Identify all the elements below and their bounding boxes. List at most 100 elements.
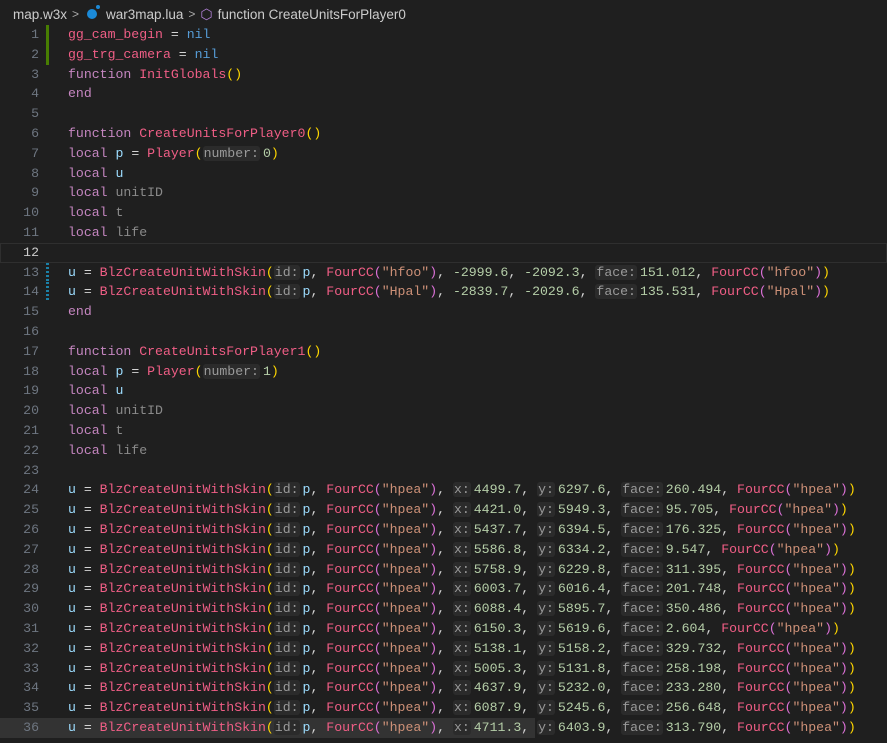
code-token: ( <box>373 680 382 696</box>
code-line[interactable]: 35 u = BlzCreateUnitWithSkin(id: p, FourCC… <box>0 698 887 718</box>
code-token: () <box>305 125 322 141</box>
inlay-hint: x: <box>452 601 471 617</box>
code-token: ) <box>429 521 438 537</box>
code-token: "hpea" <box>381 502 430 518</box>
code-line[interactable]: 30 u = BlzCreateUnitWithSkin(id: p, FourCC… <box>0 599 887 619</box>
code-token: , <box>721 581 738 597</box>
code-token: 0 <box>262 145 271 161</box>
code-line[interactable]: 7 local p = Player(number: 0) <box>0 144 887 164</box>
code-token: "hpea" <box>776 541 825 557</box>
code-token: ) <box>839 581 848 597</box>
code-token: ) <box>270 145 279 161</box>
code-token: "hfoo" <box>766 264 815 280</box>
code-line[interactable]: 12 <box>0 242 887 263</box>
code-token: , <box>721 521 738 537</box>
line-number: 17 <box>23 343 39 359</box>
code-line[interactable]: 19 local u <box>0 381 887 401</box>
line-number: 31 <box>23 620 39 636</box>
inlay-hint: id: <box>273 640 300 656</box>
line-number: 16 <box>23 323 39 339</box>
git-change-marker[interactable] <box>46 25 49 45</box>
code-token: u <box>68 601 76 617</box>
inlay-hint: face: <box>621 581 663 597</box>
code-token: , <box>437 700 453 716</box>
code-token: ( <box>373 640 382 656</box>
code-token: 313.790 <box>665 719 722 735</box>
inlay-hint: x: <box>452 581 471 597</box>
code-line[interactable]: 34 u = BlzCreateUnitWithSkin(id: p, FourCC… <box>0 678 887 698</box>
code-line[interactable]: 14 u = BlzCreateUnitWithSkin(id: p, FourCC… <box>0 282 887 303</box>
code-token: ( <box>265 680 274 696</box>
code-line[interactable]: 8 local u <box>0 164 887 184</box>
code-token: 329.732 <box>665 640 722 656</box>
code-editor[interactable]: 1 gg_cam_begin = nil 2 gg_trg_camera = nil 3… <box>0 25 887 743</box>
code-token: 6088.4 <box>473 601 522 617</box>
breadcrumb-folder[interactable]: map.w3x <box>13 7 67 22</box>
code-token: Player <box>147 145 195 161</box>
code-line[interactable]: 31 u = BlzCreateUnitWithSkin(id: p, FourCC… <box>0 619 887 639</box>
code-token: BlzCreateUnitWithSkin <box>99 264 266 280</box>
code-line[interactable]: 28 u = BlzCreateUnitWithSkin(id: p, FourCC… <box>0 560 887 580</box>
code-line[interactable]: 1 gg_cam_begin = nil <box>0 25 887 45</box>
git-change-marker[interactable] <box>46 282 49 303</box>
code-token: , <box>521 680 538 696</box>
code-token: , <box>437 581 453 597</box>
code-token: 6150.3 <box>473 620 522 636</box>
code-text: u = BlzCreateUnitWithSkin(id: p, FourCC("… <box>68 560 856 580</box>
code-token: FourCC <box>326 719 374 735</box>
code-line[interactable]: 15 end <box>0 302 887 322</box>
code-token: ( <box>265 601 274 617</box>
code-line[interactable]: 10 local t <box>0 203 887 223</box>
git-change-marker[interactable] <box>46 44 49 65</box>
code-token: FourCC <box>326 284 374 300</box>
git-change-marker[interactable] <box>46 262 49 283</box>
code-token: FourCC <box>326 640 374 656</box>
code-token: "hpea" <box>381 640 430 656</box>
code-token: , <box>521 561 538 577</box>
code-token: 151.012 <box>639 264 696 280</box>
code-token: 1 <box>262 363 271 379</box>
code-token: 5895.7 <box>557 601 606 617</box>
code-line[interactable]: 25 u = BlzCreateUnitWithSkin(id: p, FourCC… <box>0 500 887 520</box>
code-line[interactable]: 27 u = BlzCreateUnitWithSkin(id: p, FourCC… <box>0 540 887 560</box>
breadcrumb-file[interactable]: war3map.lua <box>106 7 183 22</box>
code-line[interactable]: 20 local unitID <box>0 401 887 421</box>
code-line[interactable]: 24 u = BlzCreateUnitWithSkin(id: p, FourCC… <box>0 480 887 500</box>
code-token: , <box>310 581 327 597</box>
code-token: FourCC <box>737 601 785 617</box>
line-number: 13 <box>23 264 39 280</box>
code-token: = <box>75 502 100 518</box>
code-token: ( <box>373 700 382 716</box>
code-line[interactable]: 6 function CreateUnitsForPlayer0() <box>0 124 887 144</box>
code-token: , <box>721 640 738 656</box>
code-token: , <box>605 719 622 735</box>
inlay-hint: face: <box>621 700 663 716</box>
code-token: -2999.6 <box>452 264 509 280</box>
code-line[interactable]: 23 <box>0 461 887 481</box>
inlay-hint: y: <box>537 601 555 617</box>
code-token: FourCC <box>721 541 769 557</box>
code-line[interactable]: 11 local life <box>0 223 887 243</box>
code-token: "hpea" <box>381 482 430 498</box>
code-line[interactable]: 13 u = BlzCreateUnitWithSkin(id: p, FourCC… <box>0 262 887 283</box>
code-token: "Hpal" <box>381 284 430 300</box>
code-line[interactable]: 22 local life <box>0 441 887 461</box>
code-line[interactable]: 29 u = BlzCreateUnitWithSkin(id: p, FourCC… <box>0 579 887 599</box>
code-line[interactable]: 3 function InitGlobals() <box>0 65 887 85</box>
code-line[interactable]: 17 function CreateUnitsForPlayer1() <box>0 342 887 362</box>
code-line[interactable]: 2 gg_trg_camera = nil <box>0 44 887 65</box>
code-token: , <box>605 620 622 636</box>
code-line[interactable]: 36 u = BlzCreateUnitWithSkin(id: p, FourCC… <box>0 717 887 738</box>
code-line[interactable]: 16 <box>0 322 887 342</box>
code-line[interactable]: 26 u = BlzCreateUnitWithSkin(id: p, FourCC… <box>0 520 887 540</box>
code-text: local p = Player(number: 1) <box>68 362 279 382</box>
code-line[interactable]: 18 local p = Player(number: 1) <box>0 362 887 382</box>
code-line[interactable]: 21 local t <box>0 421 887 441</box>
code-line[interactable]: 33 u = BlzCreateUnitWithSkin(id: p, FourCC… <box>0 659 887 679</box>
code-line[interactable]: 5 <box>0 104 887 124</box>
code-text: local p = Player(number: 0) <box>68 144 279 164</box>
code-line[interactable]: 9 local unitID <box>0 183 887 203</box>
code-line[interactable]: 4 end <box>0 84 887 104</box>
code-line[interactable]: 32 u = BlzCreateUnitWithSkin(id: p, FourCC… <box>0 639 887 659</box>
breadcrumb-symbol[interactable]: function CreateUnitsForPlayer0 <box>218 7 406 22</box>
